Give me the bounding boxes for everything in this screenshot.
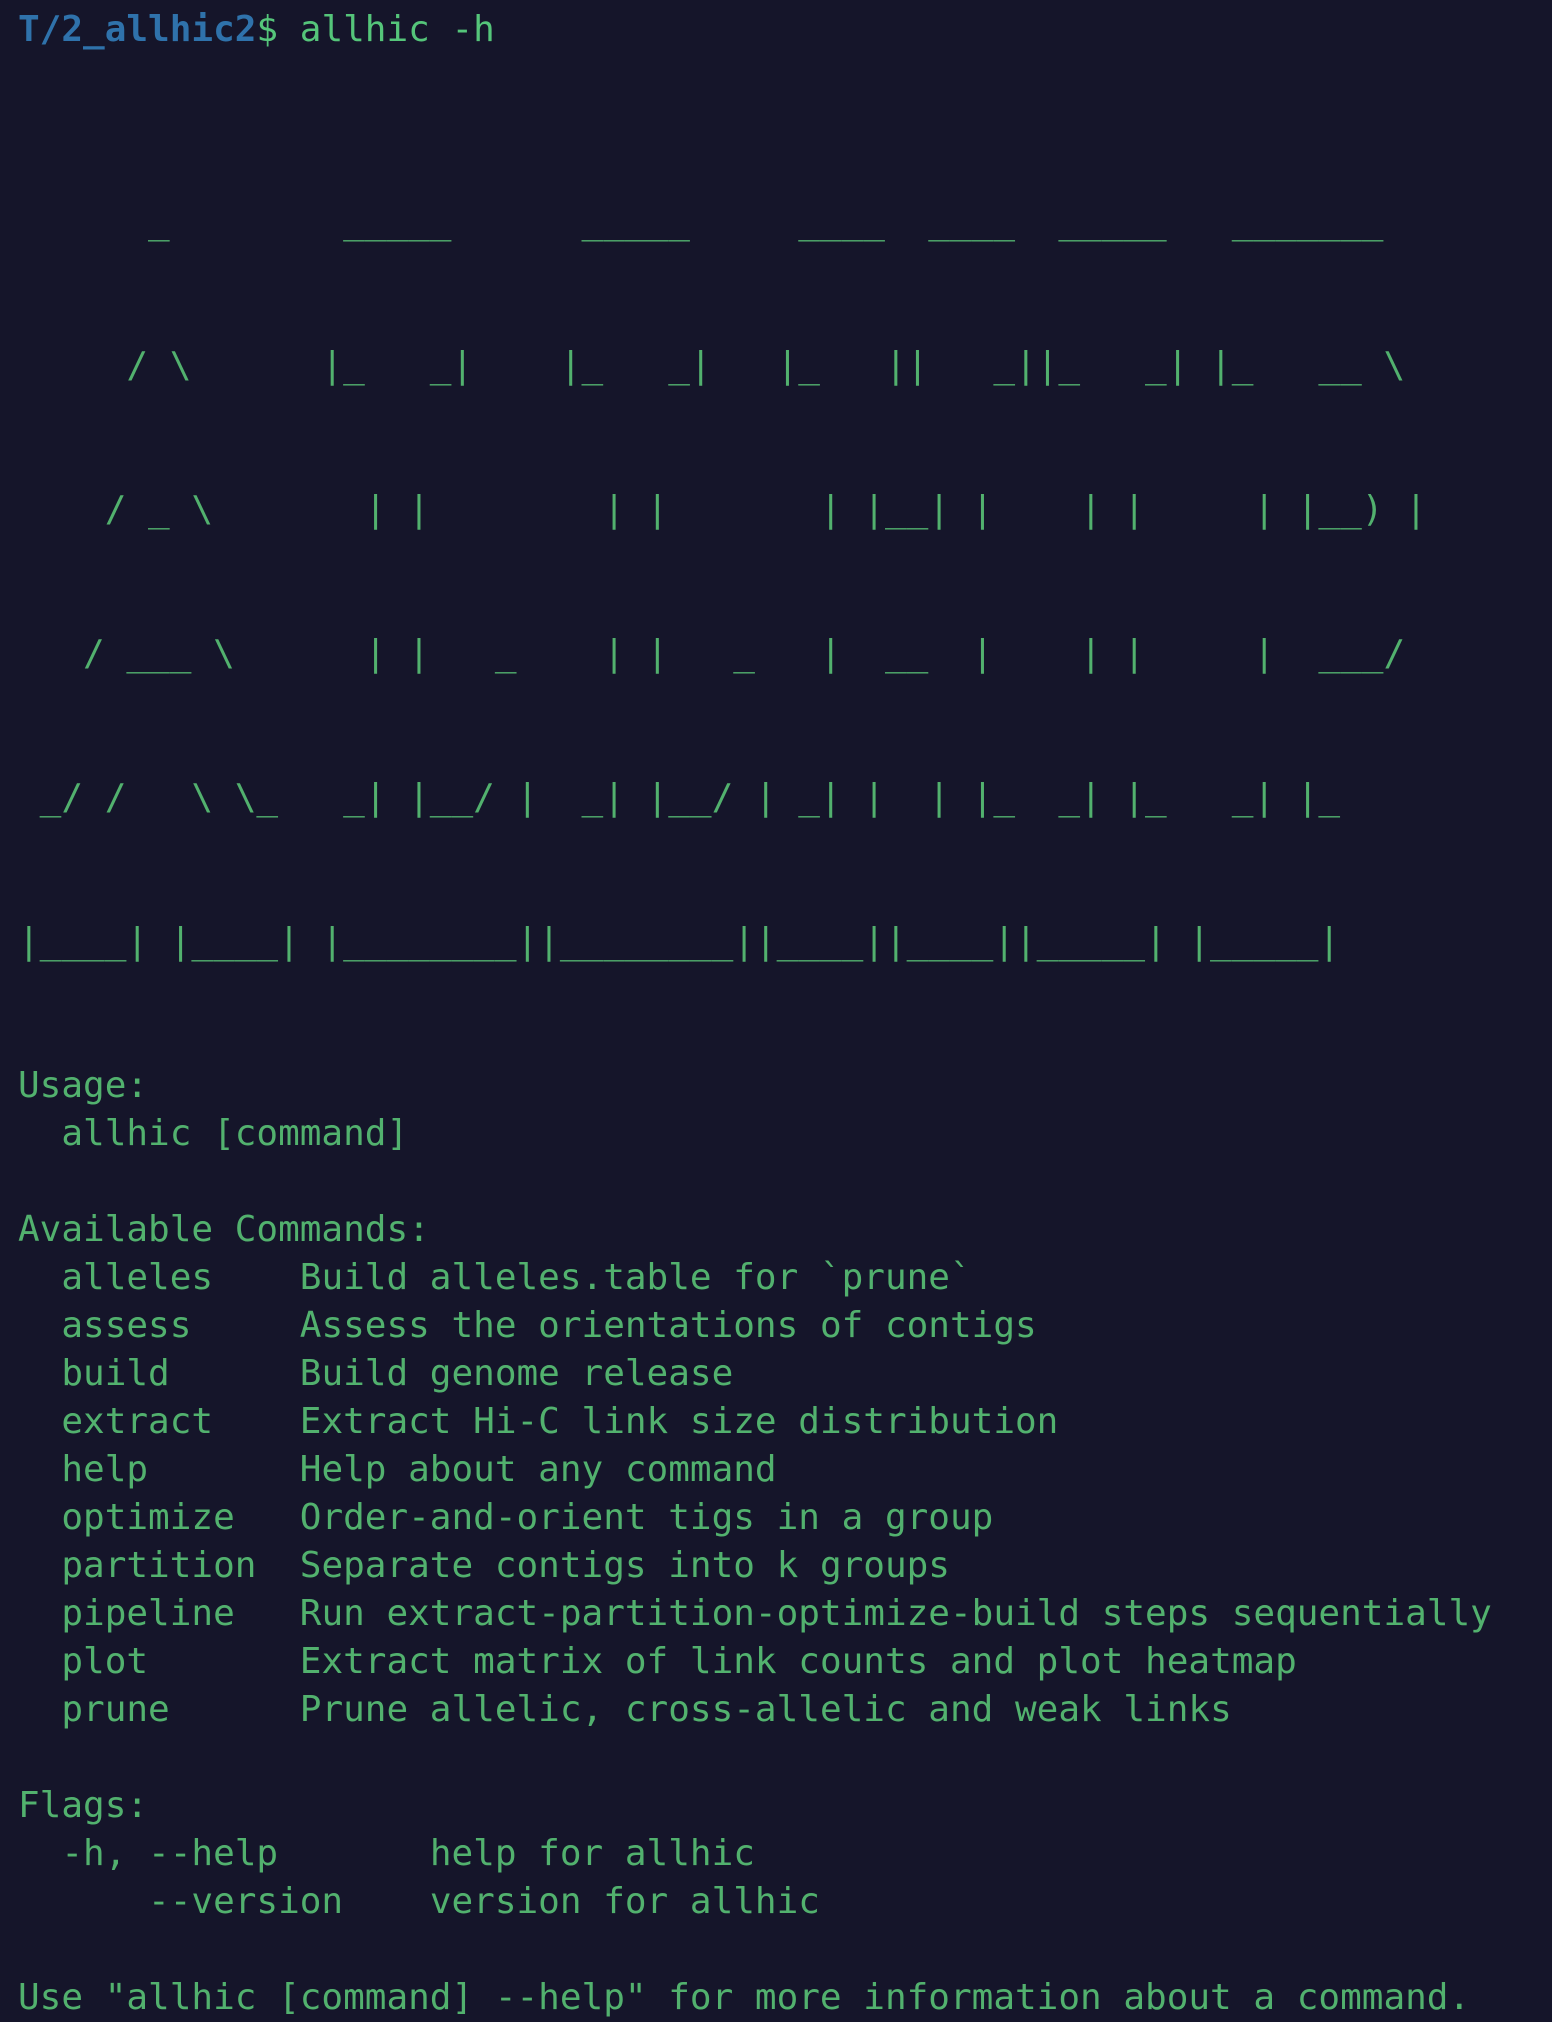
command-description: Extract Hi-C link size distribution bbox=[299, 1401, 1059, 1442]
command-description: Prune allelic, cross-allelic and weak li… bbox=[299, 1689, 1232, 1730]
command-row: extract Extract Hi-C link size distribut… bbox=[0, 1398, 1552, 1446]
command-name: assess bbox=[18, 1305, 300, 1346]
command-description: Order-and-orient tigs in a group bbox=[299, 1497, 994, 1538]
flag-name: -h, --help bbox=[18, 1833, 430, 1874]
command-row: prune Prune allelic, cross-allelic and w… bbox=[0, 1686, 1552, 1734]
command-name: partition bbox=[18, 1545, 300, 1586]
footer-hint: Use "allhic [command] --help" for more i… bbox=[18, 1977, 1471, 2018]
command-name: pipeline bbox=[18, 1593, 300, 1634]
command-description: Assess the orientations of contigs bbox=[299, 1305, 1037, 1346]
banner-row: _/ / \ \_ _| |__/ | _| |__/ | _| | | |_ … bbox=[18, 777, 1341, 818]
command-name: extract bbox=[18, 1401, 300, 1442]
prompt-path: T/2_allhic2 bbox=[18, 9, 257, 50]
flag-description: version for allhic bbox=[429, 1881, 820, 1922]
ascii-banner: _ _____ _____ ____ ____ _____ _______ / … bbox=[0, 102, 1552, 1062]
prompt-command: allhic -h bbox=[278, 9, 495, 50]
usage-line: allhic [command] bbox=[18, 1113, 409, 1154]
command-row: optimize Order-and-orient tigs in a grou… bbox=[0, 1494, 1552, 1542]
command-description: Extract matrix of link counts and plot h… bbox=[299, 1641, 1297, 1682]
flag-name: --version bbox=[18, 1881, 430, 1922]
banner-row: _ _____ _____ ____ ____ _____ _______ bbox=[18, 201, 1384, 242]
terminal-window: T/2_allhic2$ allhic -h _ _____ _____ ___… bbox=[0, 0, 1552, 2018]
command-row: build Build genome release bbox=[0, 1350, 1552, 1398]
banner-row: / _ \ | | | | | |__| | | | | |__) | bbox=[18, 489, 1427, 530]
banner-row: / ___ \ | | _ | | _ | __ | | | | ___/ bbox=[18, 633, 1406, 674]
banner-row: / \ |_ _| |_ _| |_ || _||_ _| |_ __ \ bbox=[18, 345, 1406, 386]
command-description: Separate contigs into k groups bbox=[299, 1545, 950, 1586]
command-name: alleles bbox=[18, 1257, 300, 1298]
command-row: help Help about any command bbox=[0, 1446, 1552, 1494]
flag-description: help for allhic bbox=[429, 1833, 755, 1874]
banner-row: |____| |____| |________||________||____|… bbox=[18, 921, 1341, 962]
command-name: plot bbox=[18, 1641, 300, 1682]
command-name: prune bbox=[18, 1689, 300, 1730]
flag-row: -h, --help help for allhic bbox=[0, 1830, 1552, 1878]
command-description: Build genome release bbox=[299, 1353, 734, 1394]
prompt-line: T/2_allhic2$ allhic -h bbox=[0, 6, 1552, 54]
command-name: optimize bbox=[18, 1497, 300, 1538]
command-description: Build alleles.table for `prune` bbox=[299, 1257, 972, 1298]
command-description: Help about any command bbox=[299, 1449, 777, 1490]
command-name: build bbox=[18, 1353, 300, 1394]
command-description: Run extract-partition-optimize-build ste… bbox=[299, 1593, 1492, 1634]
flags-list: -h, --help help for allhic --version ver… bbox=[0, 1830, 1552, 1926]
flag-row: --version version for allhic bbox=[0, 1878, 1552, 1926]
available-commands-list: alleles Build alleles.table for `prune` … bbox=[0, 1254, 1552, 1734]
flags-heading: Flags: bbox=[18, 1785, 149, 1826]
command-row: plot Extract matrix of link counts and p… bbox=[0, 1638, 1552, 1686]
command-row: alleles Build alleles.table for `prune` bbox=[0, 1254, 1552, 1302]
command-row: partition Separate contigs into k groups bbox=[0, 1542, 1552, 1590]
available-commands-heading: Available Commands: bbox=[18, 1209, 430, 1250]
command-row: assess Assess the orientations of contig… bbox=[0, 1302, 1552, 1350]
usage-heading: Usage: bbox=[18, 1065, 149, 1106]
command-name: help bbox=[18, 1449, 300, 1490]
command-row: pipeline Run extract-partition-optimize-… bbox=[0, 1590, 1552, 1638]
prompt-symbol: $ bbox=[256, 9, 279, 50]
